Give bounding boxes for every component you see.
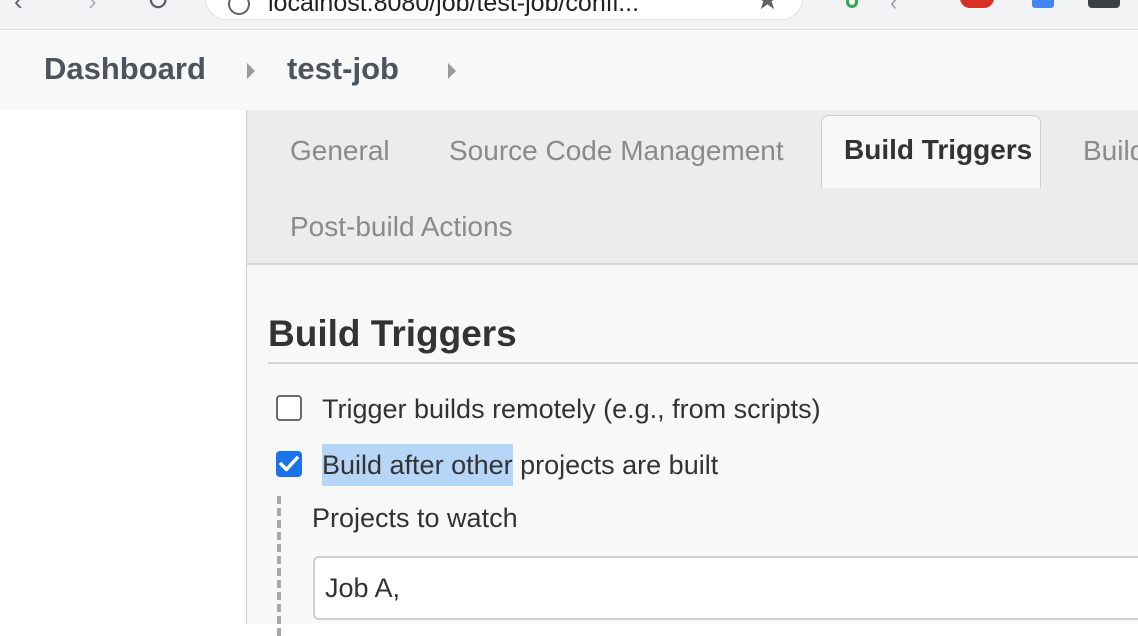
label-rest: projects are built: [512, 450, 719, 480]
tab-source-code-management[interactable]: Source Code Management: [449, 135, 784, 167]
job-config-panel: General Source Code Management Build Tri…: [246, 110, 1138, 636]
config-tabbar: General Source Code Management Build Tri…: [247, 110, 1138, 265]
selected-text: Build after other: [322, 444, 513, 486]
extension-icon[interactable]: ‹: [890, 0, 897, 15]
breadcrumb-chevron-icon[interactable]: [247, 63, 255, 79]
section-title: Build Triggers: [268, 313, 517, 354]
extension-icon[interactable]: [846, 0, 858, 8]
tab-build-triggers[interactable]: Build Triggers: [821, 115, 1041, 188]
projects-to-watch-label: Projects to watch: [312, 503, 518, 533]
address-bar[interactable]: localhost:8080/job/test-job/confi... ★: [205, 0, 803, 20]
reload-icon[interactable]: ↻: [146, 0, 169, 17]
build-after-other-label[interactable]: Build after other projects are built: [322, 444, 719, 486]
bookmark-star-icon[interactable]: ★: [755, 0, 780, 16]
extension-icon[interactable]: [1032, 0, 1054, 8]
breadcrumb-chevron-icon[interactable]: [448, 63, 456, 79]
url-text[interactable]: localhost:8080/job/test-job/confi...: [268, 0, 728, 18]
back-arrow-icon[interactable]: ‹: [14, 0, 23, 17]
section-divider: [268, 362, 1138, 364]
breadcrumb: Dashboard test-job: [0, 31, 1138, 110]
breadcrumb-dashboard[interactable]: Dashboard: [44, 51, 206, 87]
extension-icon[interactable]: [960, 0, 994, 8]
tab-build-environment[interactable]: Build: [1083, 135, 1138, 167]
extension-icon[interactable]: [1088, 0, 1120, 8]
projects-to-watch-input[interactable]: [313, 556, 1138, 620]
trigger-remotely-label[interactable]: Trigger builds remotely (e.g., from scri…: [322, 394, 821, 425]
browser-toolbar: ‹ › ↻ localhost:8080/job/test-job/confi.…: [0, 0, 1138, 30]
tab-post-build-actions[interactable]: Post-build Actions: [290, 211, 513, 243]
checkmark-icon: [279, 456, 299, 472]
build-after-other-checkbox[interactable]: [276, 451, 302, 477]
side-panel: [0, 110, 246, 624]
tab-general[interactable]: General: [290, 135, 390, 167]
site-info-icon[interactable]: [228, 0, 250, 15]
trigger-remotely-checkbox[interactable]: [276, 395, 302, 421]
nested-options-indicator: [277, 496, 281, 636]
breadcrumb-test-job[interactable]: test-job: [287, 51, 399, 87]
forward-arrow-icon[interactable]: ›: [88, 0, 97, 17]
